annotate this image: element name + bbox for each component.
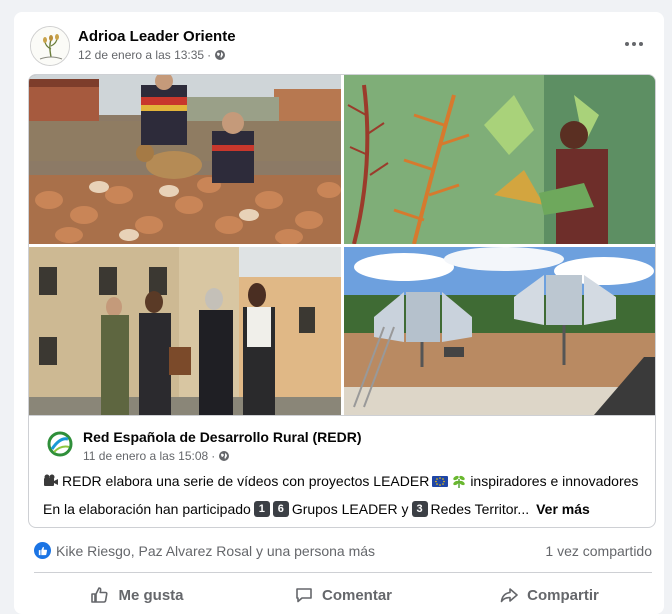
post-text-part: Redes Territor...: [430, 501, 530, 517]
post-text-line-2: En la elaboración han participado 1 6 Gr…: [43, 501, 590, 517]
post-text-part: Grupos LEADER y: [291, 501, 409, 517]
comment-button[interactable]: Comentar: [240, 578, 446, 612]
video-camera-icon: [44, 474, 58, 486]
adrioa-logo-icon: [31, 27, 69, 65]
keycap-number: 1: [253, 501, 270, 517]
post-card: Adrioa Leader Oriente 12 de enero a las …: [14, 12, 664, 614]
photo-solar-concentrators[interactable]: [344, 247, 655, 415]
redr-logo-icon: [45, 429, 75, 459]
herb-icon: [453, 475, 466, 488]
keycap-number: 3: [411, 501, 428, 517]
see-more-link[interactable]: Ver más: [536, 501, 590, 517]
post-text-part: En la elaboración han participado: [43, 501, 251, 517]
redr-avatar[interactable]: [45, 429, 75, 459]
share-label: Compartir: [527, 586, 599, 604]
post-text-line-1: REDR elabora una serie de vídeos con pro…: [43, 473, 638, 489]
eu-flag-icon: [432, 476, 449, 487]
page-name[interactable]: Adrioa Leader Oriente: [78, 28, 236, 45]
photo-women-town[interactable]: [29, 247, 341, 415]
actions-divider: [34, 572, 652, 573]
meta-separator: ·: [207, 48, 212, 62]
shared-page-name[interactable]: Red Española de Desarrollo Rural (REDR): [83, 429, 362, 445]
more-horizontal-icon: [625, 42, 629, 46]
like-reaction-icon[interactable]: [34, 542, 51, 559]
page-avatar[interactable]: [30, 26, 70, 66]
photo-grid: [29, 75, 655, 415]
more-options-button[interactable]: [620, 34, 648, 54]
share-arrow-icon: [500, 588, 518, 603]
meta-separator: ·: [211, 449, 216, 463]
keycap-number: 6: [272, 501, 289, 517]
post-timestamp[interactable]: 12 de enero a las 13:35: [78, 48, 204, 62]
shares-count[interactable]: 1 vez compartido: [545, 543, 652, 559]
reactors-list[interactable]: Kike Riesgo, Paz Alvarez Rosal y una per…: [56, 543, 375, 559]
shared-post-timestamp[interactable]: 11 de enero a las 15:08: [83, 449, 208, 463]
like-button[interactable]: Me gusta: [34, 578, 240, 612]
share-button[interactable]: Compartir: [446, 578, 652, 612]
post-header: Adrioa Leader Oriente 12 de enero a las …: [30, 26, 648, 68]
globe-icon: [219, 451, 230, 461]
comment-label: Comentar: [321, 586, 392, 604]
comment-icon: [296, 588, 312, 603]
post-actions: Me gusta Comentar Compartir: [34, 578, 652, 612]
like-label: Me gusta: [118, 586, 184, 604]
photo-mural-artist[interactable]: [344, 75, 655, 244]
post-text-part: inspiradores e innovadores: [470, 473, 639, 489]
shared-post[interactable]: Red Española de Desarrollo Rural (REDR) …: [28, 74, 656, 528]
globe-icon: [215, 50, 226, 60]
shared-post-body: Red Española de Desarrollo Rural (REDR) …: [29, 415, 655, 527]
thumbs-up-icon: [91, 587, 109, 603]
photo-farm-chickens[interactable]: [29, 75, 341, 244]
shared-post-meta: 11 de enero a las 15:08 ·: [83, 449, 230, 463]
post-stats: Kike Riesgo, Paz Alvarez Rosal y una per…: [34, 540, 652, 562]
post-meta: 12 de enero a las 13:35 ·: [78, 48, 226, 62]
post-text-part: REDR elabora una serie de vídeos con pro…: [62, 473, 430, 489]
